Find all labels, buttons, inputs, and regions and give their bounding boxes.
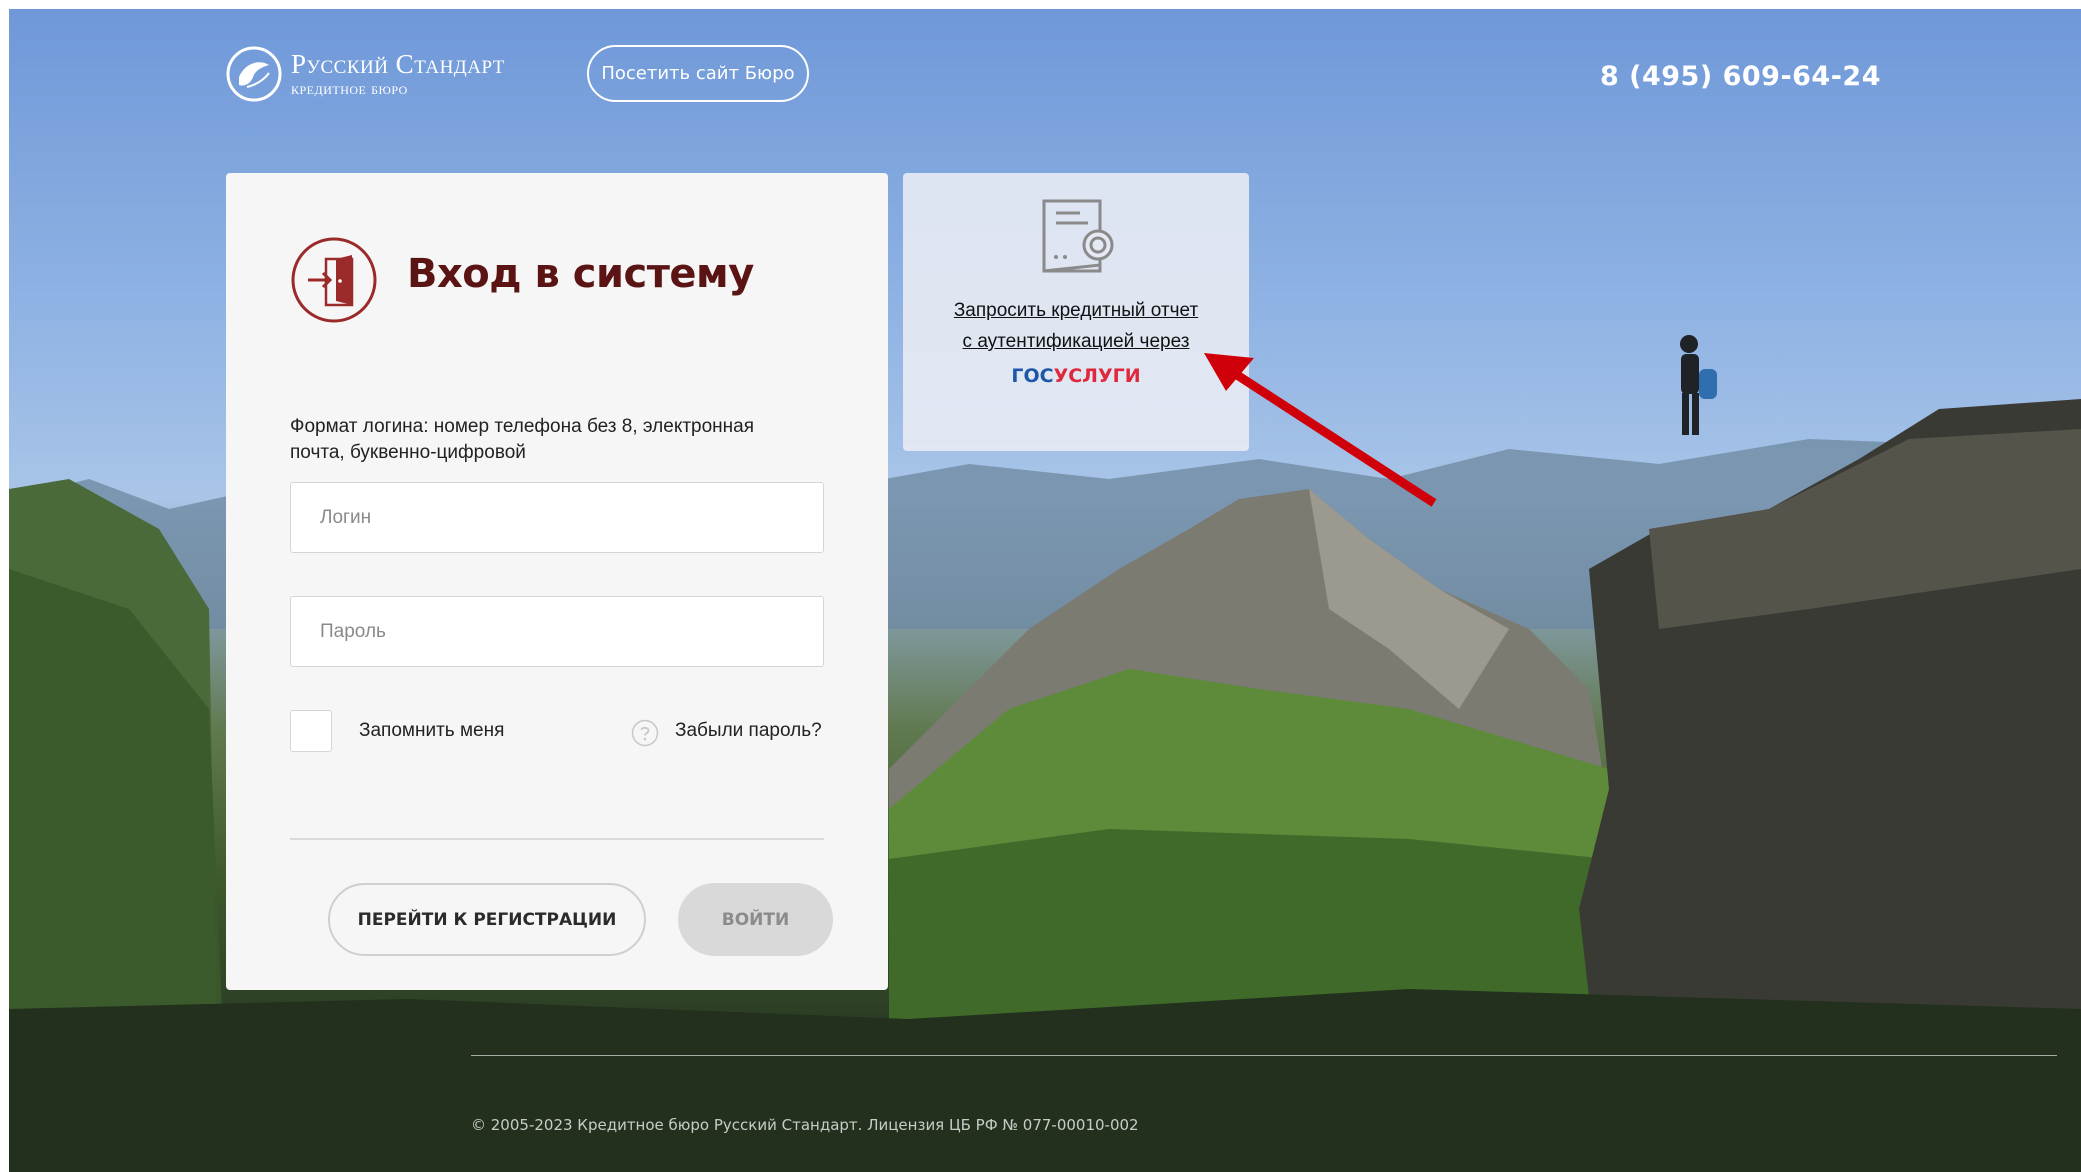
copyright-text: © 2005-2023 Кредитное бюро Русский Станд… xyxy=(471,1116,1139,1134)
gosuslugi-brand-part-2: УСЛУГИ xyxy=(1053,365,1141,387)
remember-me-label[interactable]: Запомнить меня xyxy=(359,720,504,742)
link-line-2[interactable]: с аутентификацией через xyxy=(963,331,1190,352)
gosuslugi-brand-part-1: ГОС xyxy=(1011,365,1054,387)
logo[interactable]: Русский Стандарт кредитное бюро xyxy=(225,45,505,103)
logo-title: Русский Стандарт xyxy=(291,49,505,79)
password-input[interactable] xyxy=(290,596,824,667)
red-arrow-annotation xyxy=(1204,353,1437,507)
document-seal-icon xyxy=(1042,199,1114,273)
login-button[interactable]: ВОЙТИ xyxy=(678,883,833,956)
divider xyxy=(290,838,824,840)
question-icon[interactable] xyxy=(631,719,659,747)
login-format-hint: Формат логина: номер телефона без 8, эле… xyxy=(290,416,755,463)
login-card: Вход в систему Формат логина: номер теле… xyxy=(226,173,888,990)
remember-me-checkbox[interactable] xyxy=(290,710,332,752)
login-input[interactable] xyxy=(290,482,824,553)
gosuslugi-card: Запросить кредитный отчет с аутентификац… xyxy=(903,173,1249,451)
register-button[interactable]: ПЕРЕЙТИ К РЕГИСТРАЦИИ xyxy=(328,883,646,956)
link-line-1[interactable]: Запросить кредитный отчет xyxy=(954,300,1198,321)
page-background: Русский Стандарт кредитное бюро Посетить… xyxy=(9,9,2081,1172)
login-door-icon xyxy=(291,237,377,323)
logo-subtitle: кредитное бюро xyxy=(291,79,408,98)
eagle-logo-icon xyxy=(226,46,282,102)
request-credit-report-link[interactable]: Запросить кредитный отчет с аутентификац… xyxy=(903,295,1249,357)
footer-divider xyxy=(471,1055,2057,1056)
visit-bureau-button[interactable]: Посетить сайт Бюро xyxy=(587,45,809,102)
gosuslugi-logo[interactable]: ГОСУСЛУГИ xyxy=(903,365,1249,387)
phone-number[interactable]: 8 (495) 609-64-24 xyxy=(1600,61,1881,92)
page-title: Вход в систему xyxy=(407,251,754,297)
forgot-password-link[interactable]: Забыли пароль? xyxy=(675,720,822,742)
